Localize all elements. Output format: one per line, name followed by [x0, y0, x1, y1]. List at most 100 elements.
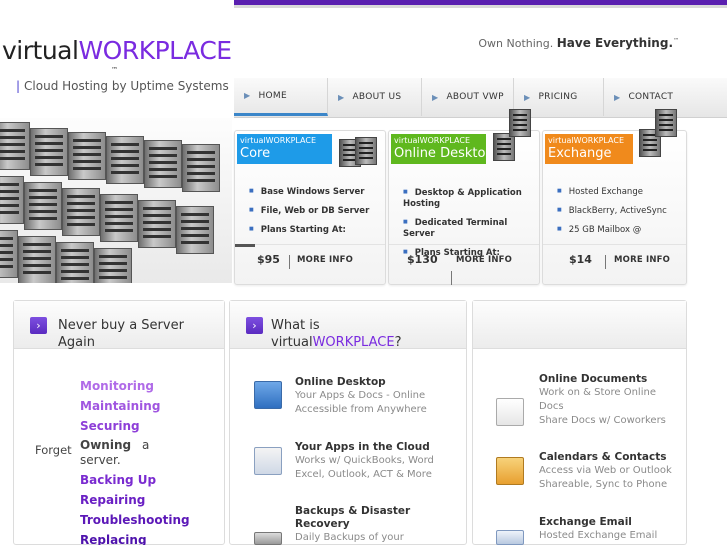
nav-item-home[interactable]: ▶ HOME [234, 78, 328, 116]
nav-arrow-icon: ▶ [338, 92, 345, 102]
nav-item-about-us[interactable]: ▶ ABOUT US [328, 78, 422, 116]
feature-exchange-email[interactable]: Exchange Email Hosted Exchange Email [539, 516, 657, 543]
feature-title: Exchange Email [539, 516, 632, 528]
more-info-link[interactable]: MORE INFO [614, 255, 670, 265]
arrow-badge-icon: › [246, 317, 263, 334]
feature-online-desktop[interactable]: Online Desktop Your Apps & Docs - Online… [295, 376, 427, 417]
feature-backups[interactable]: Backups & Disaster Recovery Daily Backup… [295, 505, 410, 545]
nav-label: CONTACT [628, 92, 674, 102]
feature-title: Backups & Disaster [295, 505, 411, 517]
plan-card-online-desktop: virtualWORKPLACE Online Desktop Desktop … [388, 109, 540, 285]
email-icon [496, 530, 524, 545]
plan-price: $130 [407, 253, 438, 266]
feature-desc: Excel, Outlook, ACT & More [295, 469, 432, 480]
plan-feature: Hosted Exchange [557, 186, 667, 198]
plan-card-title-big: Core [240, 146, 271, 161]
feature-desc: Shareable, Sync to Phone [539, 479, 668, 490]
feature-apps-in-cloud[interactable]: Your Apps in the Cloud Works w/ QuickBoo… [295, 441, 434, 482]
panel-header [473, 301, 686, 349]
panel-title: What is virtualWORKPLACE? [271, 317, 401, 351]
nav-arrow-icon: ▶ [244, 91, 251, 100]
plan-feature: File, Web or DB Server [249, 205, 370, 217]
owning-rest: server. [80, 453, 121, 467]
card-divider [389, 244, 539, 245]
feature-desc: Works w/ QuickBooks, Word [295, 455, 434, 466]
arrow-badge-icon: › [30, 317, 47, 334]
more-info-link[interactable]: MORE INFO [456, 255, 512, 265]
verb-item: Securing [80, 419, 140, 433]
plan-feature: BlackBerry, ActiveSync [557, 205, 667, 217]
feature-desc: Work on & Store Online [539, 387, 656, 398]
plan-card-title: virtualWORKPLACE Exchange [545, 134, 633, 164]
cloud-apps-icon [254, 447, 282, 475]
feature-online-documents[interactable]: Online Documents Work on & Store Online … [539, 373, 666, 428]
verbs-list: Monitoring Maintaining Securing Owning a s… [80, 376, 190, 545]
panel-title-line1: What is [271, 318, 320, 333]
verb-item: Monitoring [80, 379, 154, 393]
owning-word: Owning [80, 438, 132, 452]
plan-card-features: Base Windows Server File, Web or DB Serv… [249, 186, 370, 243]
card-divider [235, 244, 385, 245]
plan-card-title-small: virtualWORKPLACE [548, 136, 625, 145]
plan-feature: Dedicated Terminal Server [403, 217, 539, 240]
feature-title: Online Documents [539, 373, 648, 385]
panel-title: Never buy a Server Again [58, 317, 184, 351]
feature-title: Online Desktop [295, 376, 386, 388]
site-logo[interactable]: virtualWORKPLACE [2, 36, 232, 65]
nav-label: ABOUT US [352, 92, 402, 102]
verb-item: Backing Up [80, 473, 157, 487]
server-icon [639, 109, 679, 157]
documents-icon [496, 398, 524, 426]
feature-title-line2: Recovery [295, 518, 350, 530]
feature-desc: Your Apps & Docs - Online [295, 390, 426, 401]
nav-arrow-icon: ▶ [614, 92, 621, 102]
feature-title: Your Apps in the Cloud [295, 441, 430, 453]
panel-header: › Never buy a Server Again [14, 301, 224, 351]
plan-price: $95 [257, 253, 280, 266]
tagline-text: Cloud Hosting by Uptime Systems [24, 79, 229, 93]
panel-title-brand: WORKPLACE [312, 335, 395, 350]
nav-label: ABOUT VWP [446, 92, 504, 102]
plan-card-title-small: virtualWORKPLACE [240, 136, 317, 145]
price-separator [451, 271, 452, 285]
feature-desc: Accessible from Anywhere [295, 404, 427, 415]
nav-label: PRICING [538, 92, 578, 102]
more-info-link[interactable]: MORE INFO [297, 255, 353, 265]
plan-feature: Base Windows Server [249, 186, 369, 198]
verb-item: Maintaining [80, 399, 161, 413]
server-icon [493, 109, 533, 161]
plan-card-title-big: Online Desktop [394, 146, 486, 161]
owning-a: a [142, 438, 150, 452]
price-separator [289, 255, 290, 269]
feature-desc: Share Docs w/ Coworkers [539, 415, 666, 426]
plan-price: $14 [569, 253, 592, 266]
nav-arrow-icon: ▶ [524, 92, 531, 102]
plan-card-exchange: virtualWORKPLACE Exchange Hosted Exchang… [542, 109, 687, 285]
tagline: | Cloud Hosting by Uptime Systems [16, 79, 229, 93]
nav-label: HOME [258, 90, 287, 101]
panel-title-prefix: virtual [271, 335, 313, 350]
motto: Own Nothing. Have Everything.™ [478, 36, 679, 50]
panel-title-q: ? [394, 335, 402, 350]
panel-header: › What is virtualWORKPLACE? [230, 301, 466, 351]
feature-desc: Access via Web or Outlook [539, 465, 672, 476]
forget-label: Forget [35, 443, 72, 457]
plan-card-title-big: Exchange [548, 146, 612, 161]
verb-item: Troubleshooting [80, 513, 190, 527]
card-divider [543, 244, 686, 245]
desktop-icon [254, 381, 282, 409]
owning-line: Owning a server. [80, 436, 190, 468]
tagline-bar: | [16, 79, 21, 93]
logo-brand: WORKPLACE [78, 36, 232, 65]
plan-card-core: virtualWORKPLACE Core Base Windows Serve… [234, 130, 386, 285]
feature-calendars-contacts[interactable]: Calendars & Contacts Access via Web or O… [539, 451, 672, 492]
feature-desc: Daily Backups of your [295, 532, 404, 543]
plan-card-features: Hosted Exchange BlackBerry, ActiveSync 2… [557, 186, 667, 243]
top-accent-bar [234, 0, 727, 8]
server-icon [339, 135, 379, 169]
motto-trademark: ™ [673, 37, 679, 45]
motto-bold: Have Everything. [556, 36, 673, 50]
backup-icon [254, 532, 282, 545]
logo-trademark: ™ [111, 66, 118, 74]
logo-prefix: virtual [2, 36, 79, 65]
